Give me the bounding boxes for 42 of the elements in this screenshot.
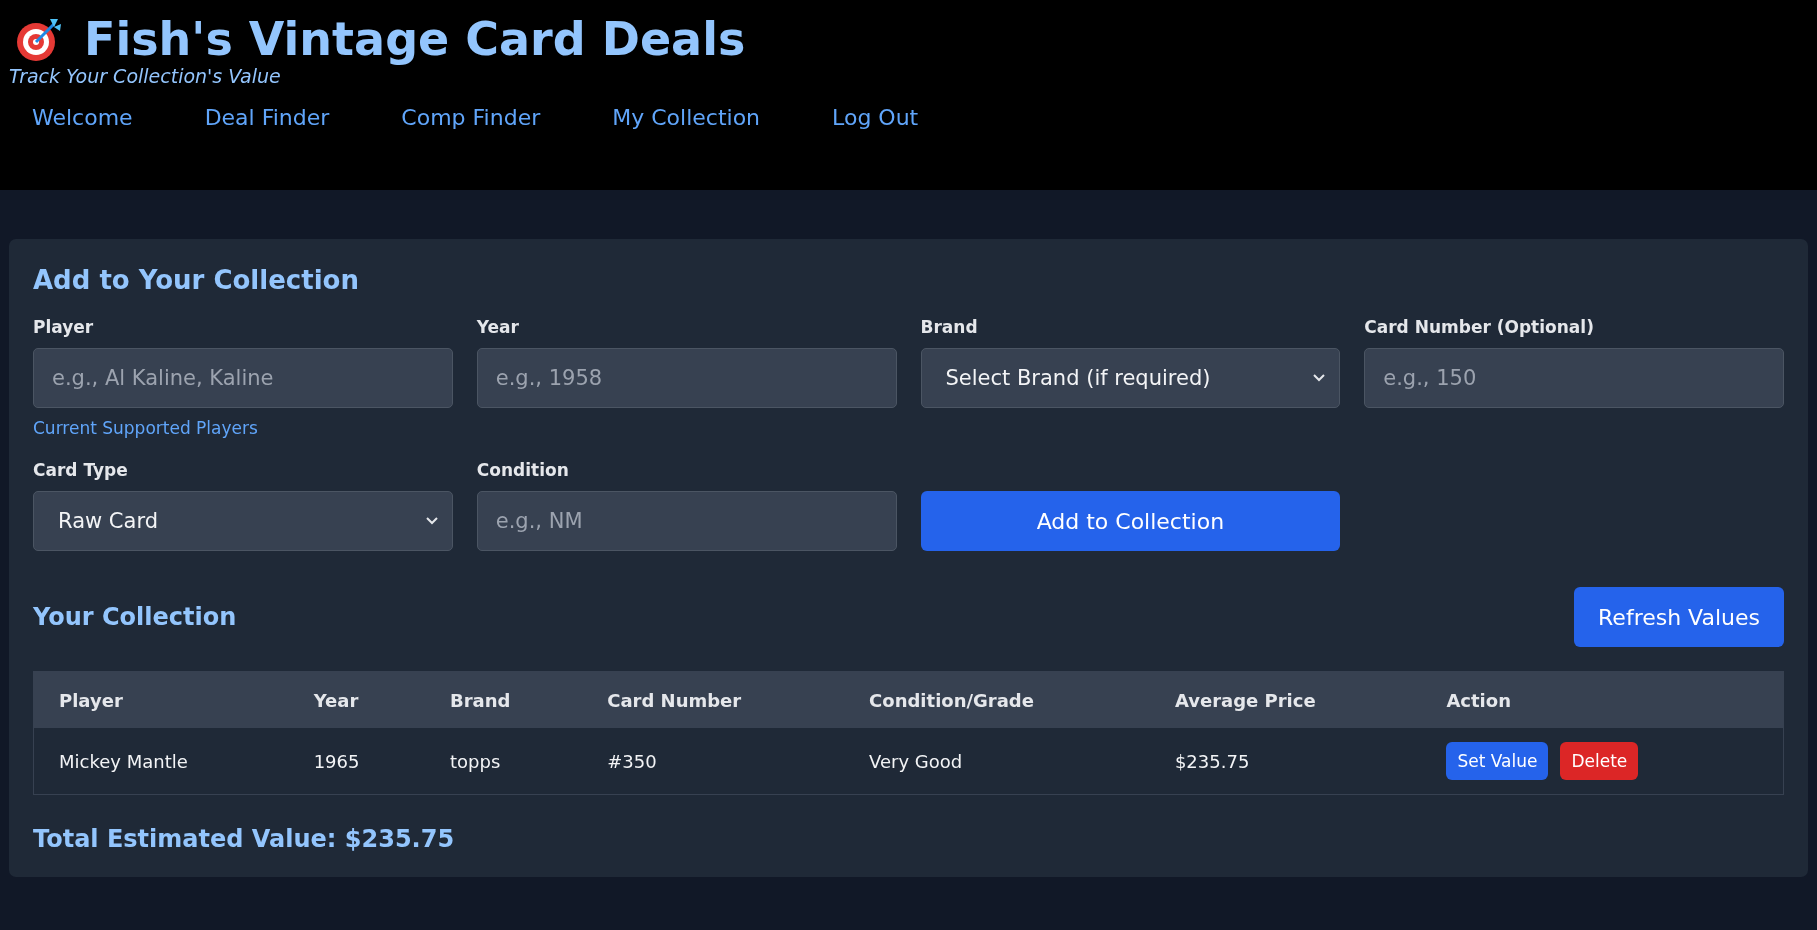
field-label: Condition	[476, 460, 570, 482]
section-heading: Add to Your Collection	[33, 265, 360, 295]
select-dropdown[interactable]: Raw Card	[33, 491, 453, 551]
input-field[interactable]: e.g., NM	[476, 491, 897, 551]
column-header: Action	[1446, 689, 1511, 711]
nav-link[interactable]: Log Out	[832, 104, 919, 130]
table-cell: Very Good	[869, 750, 963, 772]
column-header: Brand	[450, 689, 511, 711]
chevron-icon	[425, 517, 438, 525]
nav-link[interactable]: Deal Finder	[204, 104, 330, 130]
nav-link[interactable]: My Collection	[612, 104, 761, 130]
table-cell: topps	[450, 750, 501, 772]
column-header: Year	[313, 689, 359, 711]
column-header: Condition/Grade	[869, 689, 1034, 711]
set-value-button[interactable]: Set Value	[1446, 742, 1549, 780]
add-to-collection-button[interactable]: Add to Collection	[920, 491, 1341, 551]
field-label: Card Number (Optional)	[1364, 317, 1595, 339]
site-title: Fish's Vintage Card Deals	[84, 14, 746, 65]
table-cell: #350	[607, 750, 657, 772]
select-dropdown[interactable]: Select Brand (if required)	[920, 348, 1341, 408]
nav-link[interactable]: Welcome	[32, 104, 133, 130]
column-header: Average Price	[1174, 689, 1316, 711]
field-label: Year	[476, 317, 520, 339]
section-heading: Your Collection	[33, 603, 237, 631]
field-label: Player	[33, 317, 95, 339]
nav-link[interactable]: Comp Finder	[401, 104, 541, 130]
delete-button[interactable]: Delete	[1560, 742, 1639, 780]
field-label: Brand	[920, 317, 979, 339]
chevron-icon	[1313, 374, 1326, 382]
supported-players-link[interactable]: Current Supported Players	[33, 418, 258, 438]
refresh-values-button[interactable]: Refresh Values	[1574, 587, 1784, 647]
total-value: Total Estimated Value: $235.75	[33, 825, 456, 853]
table-cell: 1965	[313, 750, 360, 772]
input-field[interactable]: e.g., 150	[1364, 348, 1784, 408]
input-field[interactable]: e.g., 1958	[476, 348, 897, 408]
column-header: Player	[59, 689, 123, 711]
table-cell: $235.75	[1174, 750, 1250, 772]
field-label: Card Type	[33, 460, 129, 482]
column-header: Card Number	[607, 689, 742, 711]
input-field[interactable]: e.g., Al Kaline, Kaline	[33, 348, 453, 408]
site-subtitle: Track Your Collection's Value	[8, 64, 281, 87]
table-cell: Mickey Mantle	[59, 750, 188, 772]
